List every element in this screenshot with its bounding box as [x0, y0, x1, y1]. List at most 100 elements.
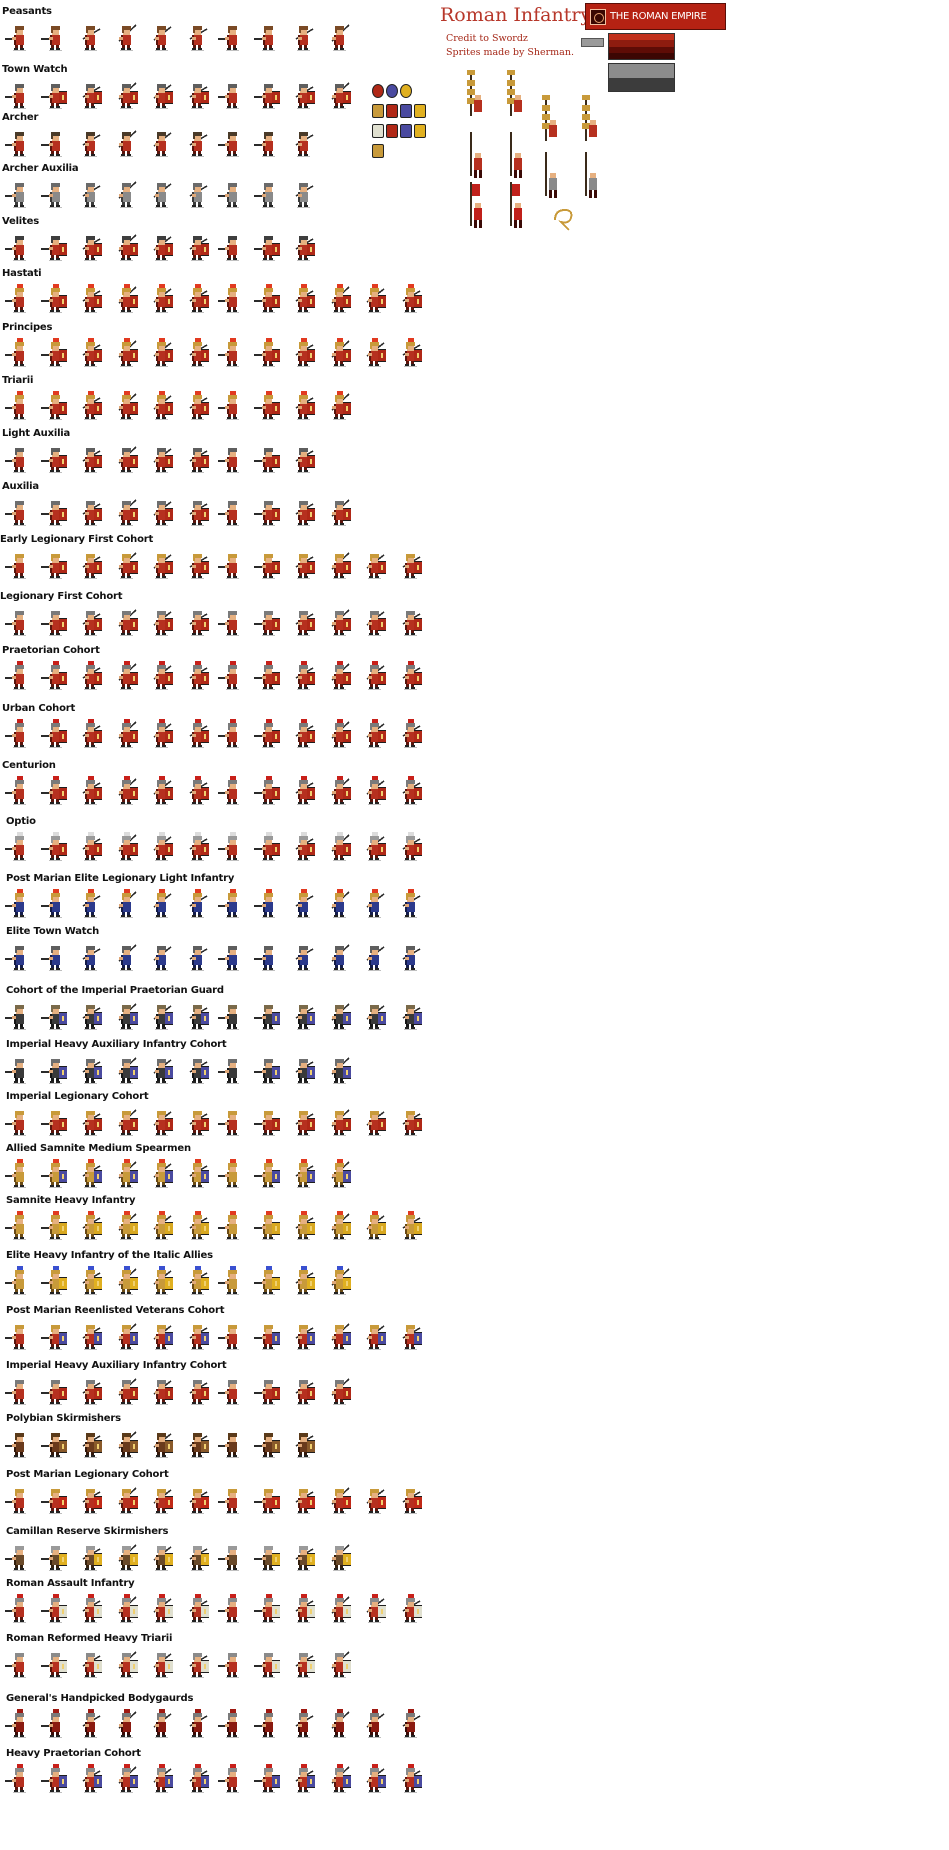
unit-sprite [111, 1484, 141, 1518]
unit-sprite [182, 1541, 212, 1575]
unit-sprite [111, 831, 141, 865]
unit-sprite [40, 1541, 70, 1575]
unit-sprite [146, 283, 176, 317]
unit-sprite [111, 941, 141, 975]
unit-sprite [111, 496, 141, 530]
cornu-horn-icon [551, 190, 575, 244]
unit-sprite [182, 1763, 212, 1797]
unit-sprite [324, 660, 354, 694]
faction-name: THE ROMAN EMPIRE [610, 11, 707, 22]
unit-sprite [395, 660, 425, 694]
unit-sprite [182, 718, 212, 752]
unit-sprite [75, 443, 105, 477]
unit-sprite [288, 1158, 318, 1192]
unit-sprite [111, 549, 141, 583]
unit-sprite [146, 1541, 176, 1575]
unit-sprite [324, 1541, 354, 1575]
unit-sprite [288, 231, 318, 265]
unit-sprite [4, 1265, 34, 1299]
unit-sprite [217, 1265, 247, 1299]
unit-sprite [146, 1428, 176, 1462]
unit-label: Optio [6, 816, 36, 827]
unit-sprite [40, 283, 70, 317]
unit-sprite [324, 1593, 354, 1627]
shield-icon [400, 84, 412, 98]
unit-sprite [40, 1484, 70, 1518]
unit-label: Post Marian Reenlisted Veterans Cohort [6, 1305, 225, 1316]
unit-sprite [288, 1648, 318, 1682]
unit-sprite [146, 1158, 176, 1192]
unit-sprite [40, 21, 70, 55]
unit-sprite [288, 606, 318, 640]
unit-sprite [324, 549, 354, 583]
unit-sprite [395, 1000, 425, 1034]
unit-sprite [40, 79, 70, 113]
unit-sprite [40, 1054, 70, 1088]
unit-sprite [146, 231, 176, 265]
unit-sprite [182, 831, 212, 865]
unit-sprite [324, 1000, 354, 1034]
unit-sprite [324, 1375, 354, 1409]
unit-sprite [111, 718, 141, 752]
unit-sprite [217, 1158, 247, 1192]
shield-icon [386, 124, 398, 138]
unit-sprite [111, 660, 141, 694]
unit-sprite [146, 1593, 176, 1627]
unit-sprite [4, 775, 34, 809]
unit-label: Hastati [2, 268, 42, 279]
unit-label: Auxilia [2, 481, 39, 492]
unit-sprite [4, 1158, 34, 1192]
unit-sprite [253, 178, 283, 212]
unit-sprite [253, 1708, 283, 1742]
unit-sprite [324, 718, 354, 752]
unit-sprite [146, 127, 176, 161]
unit-sprite [40, 1593, 70, 1627]
unit-sprite [75, 660, 105, 694]
unit-sprite [111, 1375, 141, 1409]
unit-label: Legionary First Cohort [0, 591, 123, 602]
unit-sprite [288, 1000, 318, 1034]
unit-sprite [395, 1763, 425, 1797]
unit-sprite [217, 390, 247, 424]
unit-sprite [217, 1648, 247, 1682]
unit-sprite [217, 1484, 247, 1518]
unit-label: Archer Auxilia [2, 163, 79, 174]
unit-sprite [75, 1648, 105, 1682]
unit-sprite [288, 1320, 318, 1354]
unit-sprite [182, 337, 212, 371]
unit-sprite [146, 390, 176, 424]
unit-label: Post Marian Legionary Cohort [6, 1469, 169, 1480]
shield-icon [400, 104, 412, 118]
unit-sprite [359, 1106, 389, 1140]
unit-sprite [111, 1708, 141, 1742]
unit-sprite [75, 1375, 105, 1409]
unit-sprite [395, 718, 425, 752]
unit-sprite [40, 1648, 70, 1682]
unit-sprite [75, 390, 105, 424]
unit-sprite [253, 718, 283, 752]
unit-sprite [288, 1593, 318, 1627]
unit-sprite [217, 1000, 247, 1034]
unit-sprite [75, 79, 105, 113]
unit-sprite [395, 1593, 425, 1627]
unit-sprite [4, 390, 34, 424]
unit-label: Centurion [2, 760, 56, 771]
unit-sprite [217, 941, 247, 975]
unit-sprite [324, 283, 354, 317]
unit-sprite [4, 1484, 34, 1518]
unit-sprite [75, 1210, 105, 1244]
unit-label: Elite Town Watch [6, 926, 99, 937]
unit-sprite [324, 831, 354, 865]
signum-standard-icon [541, 95, 565, 149]
unit-sprite [182, 79, 212, 113]
unit-sprite [253, 390, 283, 424]
unit-sprite [111, 1648, 141, 1682]
unit-label: Velites [2, 216, 39, 227]
unit-sprite [217, 1210, 247, 1244]
unit-sprite [146, 941, 176, 975]
unit-sprite [4, 1428, 34, 1462]
unit-sprite [324, 775, 354, 809]
unit-sprite [324, 21, 354, 55]
unit-sprite [359, 941, 389, 975]
unit-sprite [40, 831, 70, 865]
